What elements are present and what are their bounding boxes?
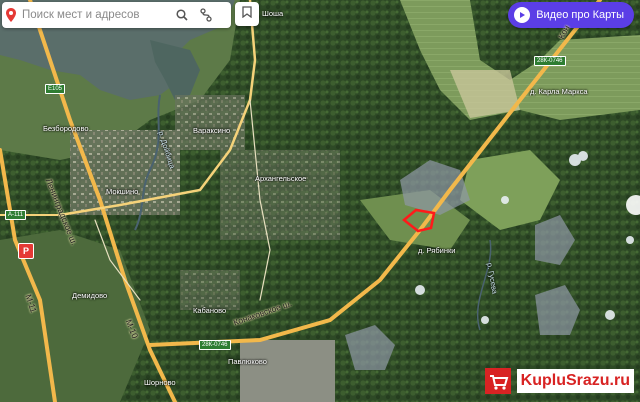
- video-about-maps-button[interactable]: Видео про Карты: [508, 2, 634, 28]
- place-label-kabanovo: Кабаново: [193, 306, 227, 315]
- place-label-bezborodovo: Безбородово: [43, 124, 89, 133]
- bookmark-icon: [242, 5, 252, 23]
- play-icon: [514, 7, 531, 23]
- place-label-moshino: Мокшино: [106, 187, 139, 196]
- search-icon[interactable]: [170, 2, 194, 28]
- bookmark-button[interactable]: [235, 2, 259, 26]
- watermark-text: KupluSrazu.ru: [516, 369, 634, 393]
- watermark: KupluSrazu.ru: [484, 368, 634, 394]
- place-label-demidovo: Демидово: [72, 291, 108, 300]
- route-icon[interactable]: [194, 2, 218, 28]
- search-input[interactable]: [20, 9, 170, 21]
- shield-e105: E105: [45, 84, 66, 94]
- place-label-varaksino: Вараксино: [193, 126, 231, 135]
- search-bar[interactable]: [2, 2, 231, 28]
- place-label-arkhangelskoe: Архангельское: [255, 174, 307, 183]
- video-button-label: Видео про Карты: [536, 9, 624, 21]
- place-label-karla-marksa: д. Карла Маркса: [530, 87, 588, 96]
- cart-logo-icon: [484, 368, 511, 394]
- place-label-pavlyukovo: Павлюково: [228, 357, 267, 366]
- shield-a111: А-111: [5, 210, 27, 220]
- town-kabanovo: [180, 270, 240, 310]
- place-label-shornovo: Шорново: [144, 378, 176, 387]
- place-label-shosha: Шоша: [262, 9, 284, 18]
- place-label-ryabinki: д. Рябинки: [418, 246, 456, 255]
- shield-28k-top: 28К-0746: [534, 56, 566, 66]
- shield-28k-bottom: 28К-0746: [199, 340, 231, 350]
- map-pin-icon: [2, 2, 20, 28]
- parking-icon[interactable]: P: [18, 243, 34, 259]
- town-arkhangelskoe: [220, 150, 340, 240]
- town-pavlyukovo: [240, 340, 335, 402]
